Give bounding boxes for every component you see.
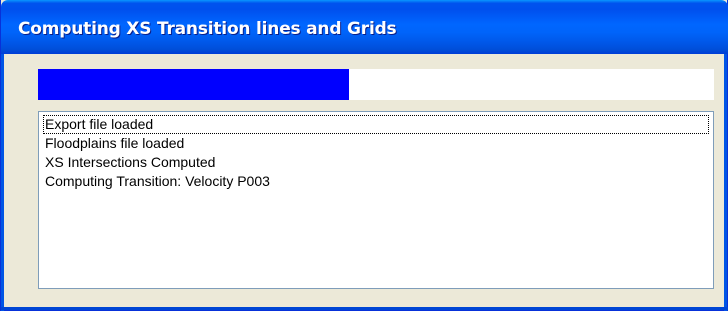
status-log-list[interactable]: Export file loaded Floodplains file load…: [38, 111, 714, 289]
log-item[interactable]: Export file loaded: [43, 115, 709, 134]
window-frame-bottom: [1, 307, 728, 310]
log-item[interactable]: Computing Transition: Velocity P003: [43, 172, 709, 191]
title-bar[interactable]: Computing XS Transition lines and Grids: [1, 0, 728, 54]
progress-bar: [38, 69, 714, 100]
log-item[interactable]: Floodplains file loaded: [43, 134, 709, 153]
log-item[interactable]: XS Intersections Computed: [43, 153, 709, 172]
progress-dialog: Computing XS Transition lines and Grids …: [0, 0, 728, 311]
window-frame-left: [1, 54, 4, 311]
progress-bar-fill: [38, 69, 349, 100]
window-title: Computing XS Transition lines and Grids: [18, 19, 397, 39]
window-frame-right: [724, 54, 727, 311]
